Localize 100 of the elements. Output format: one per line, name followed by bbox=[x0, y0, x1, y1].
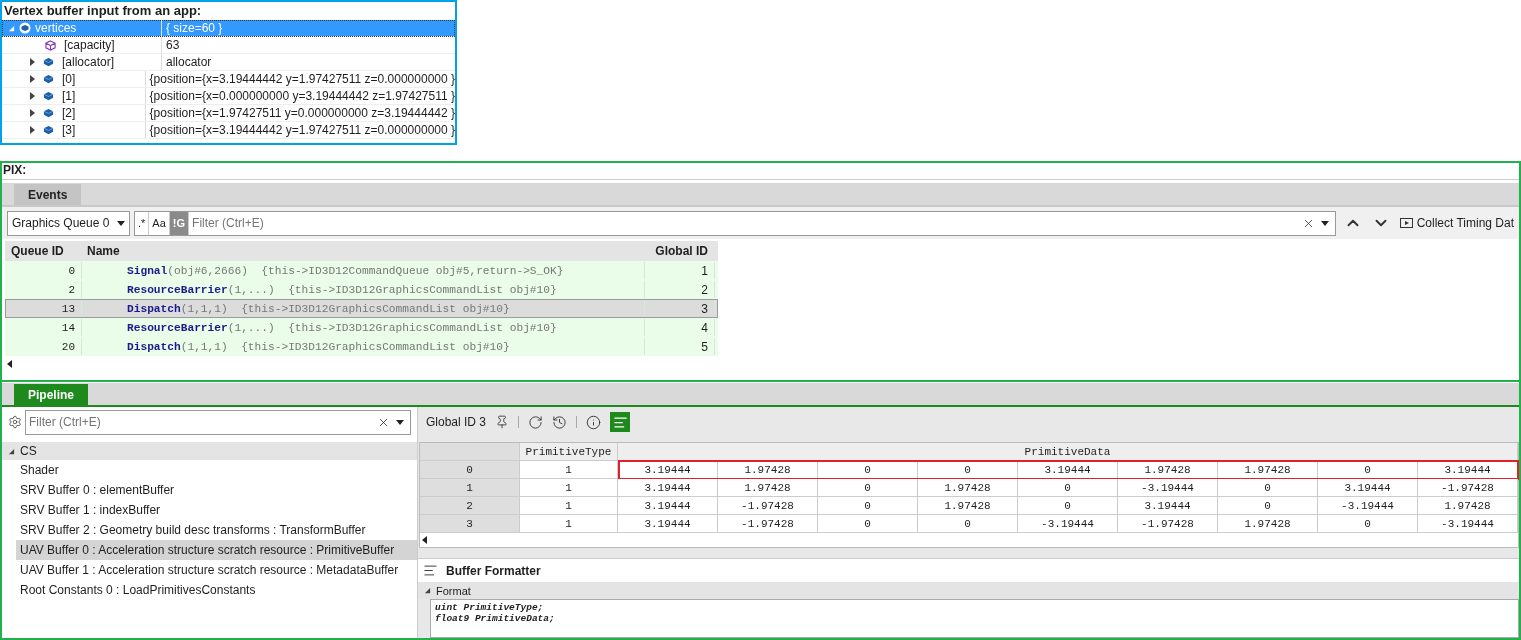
table-cell: 0 bbox=[818, 515, 918, 533]
table-cell: 20 bbox=[6, 338, 82, 355]
settings-icon[interactable] bbox=[8, 415, 22, 429]
table-cell: -1.97428 bbox=[1118, 515, 1218, 533]
table-cell: -1.97428 bbox=[718, 515, 818, 533]
object-icon bbox=[19, 22, 31, 34]
collapse-arrow-icon[interactable] bbox=[424, 587, 431, 594]
filter-field[interactable]: Filter (Ctrl+E) bbox=[25, 409, 411, 435]
table-cell: 1 bbox=[645, 262, 715, 279]
scroll-left-icon[interactable] bbox=[422, 536, 427, 544]
caret-icon[interactable] bbox=[396, 419, 404, 425]
expand-arrow-icon[interactable] bbox=[30, 126, 35, 134]
tree-item[interactable]: UAV Buffer 0 : Acceleration structure scratch resource : PrimitiveBuffer bbox=[16, 540, 417, 560]
variable-value: {position={x=3.19444442 y=1.97427511 z=0.000000000 } bbox=[148, 123, 455, 137]
table-cell: -1.97428 bbox=[1418, 479, 1518, 497]
caret-icon bbox=[117, 220, 125, 226]
table-cell: 1 bbox=[520, 461, 618, 479]
column-header[interactable]: Global ID bbox=[644, 244, 714, 258]
table-cell: 1 bbox=[520, 479, 618, 497]
event-row[interactable]: 2 ResourceBarrier(1,...) {this->ID3D12GraphicsCommandList obj#10} 2 bbox=[5, 280, 718, 299]
tree-row[interactable]: [1] {position={x=0.000000000 y=3.19444442 z=1.97427511 } bbox=[2, 88, 455, 105]
tree-group[interactable]: CS bbox=[2, 442, 417, 460]
object-icon bbox=[43, 74, 54, 84]
toggle-button[interactable]: Aa bbox=[149, 211, 170, 235]
object-icon bbox=[43, 91, 54, 101]
table-cell: 5 bbox=[645, 338, 715, 355]
expand-arrow-icon[interactable] bbox=[30, 109, 35, 117]
table-cell: 1.97428 bbox=[1218, 515, 1318, 533]
expand-arrow-icon[interactable] bbox=[30, 58, 35, 66]
table-cell: 3.19444 bbox=[618, 497, 718, 515]
variable-name: [3] bbox=[62, 123, 76, 137]
event-name: Signal(obj#6,2666) {this->ID3D12CommandQueue obj#5,return->S_OK} bbox=[82, 262, 645, 279]
variable-name: [capacity] bbox=[64, 38, 115, 52]
table-cell: 0 bbox=[918, 515, 1018, 533]
code-line: float9 PrimitiveData; bbox=[435, 613, 556, 624]
caret-icon[interactable] bbox=[1320, 220, 1329, 226]
table-cell: -3.19444 bbox=[1418, 515, 1518, 533]
table-cell: 14 bbox=[6, 319, 82, 336]
variable-name: vertices bbox=[35, 21, 77, 35]
info-icon[interactable] bbox=[586, 414, 602, 430]
table-cell: 0 bbox=[818, 479, 918, 497]
variable-value: {position={x=0.000000000 y=3.19444442 z=1.97427511 } bbox=[148, 89, 455, 103]
panel-title: Vertex buffer input from an app: bbox=[3, 2, 203, 20]
collect-timing-button[interactable]: Collect Timing Dat bbox=[1399, 216, 1514, 230]
row-header: 0 bbox=[420, 461, 520, 479]
event-name: ResourceBarrier(1,...) {this->ID3D12GraphicsCommandList obj#10} bbox=[82, 319, 645, 336]
filter-field[interactable]: .* Aa !G Filter (Ctrl+E) bbox=[134, 210, 1336, 236]
variable-name: [0] bbox=[62, 72, 76, 86]
section-label: Format bbox=[436, 584, 471, 597]
table-cell: -3.19444 bbox=[1118, 479, 1218, 497]
variable-value: allocator bbox=[165, 55, 212, 69]
variable-value: 63 bbox=[165, 38, 180, 52]
filter-input[interactable]: Filter (Ctrl+E) bbox=[26, 415, 377, 429]
refresh-icon[interactable] bbox=[528, 414, 544, 430]
variable-name: [allocator] bbox=[62, 55, 115, 69]
collapse-arrow-icon[interactable] bbox=[8, 447, 15, 455]
row-header: 3 bbox=[420, 515, 520, 533]
section-header[interactable]: Format bbox=[418, 582, 1519, 599]
event-name: ResourceBarrier(1,...) {this->ID3D12GraphicsCommandList obj#10} bbox=[82, 281, 645, 298]
event-row[interactable]: 20 Dispatch(1,1,1) {this->ID3D12GraphicsCommandList obj#10} 5 bbox=[5, 337, 718, 356]
row-header: 2 bbox=[420, 497, 520, 515]
queue-dropdown[interactable]: Graphics Queue 0 bbox=[7, 210, 130, 236]
table-cell: 2 bbox=[6, 281, 82, 298]
table-cell: 0 bbox=[818, 497, 918, 515]
event-row[interactable]: 13 Dispatch(1,1,1) {this->ID3D12GraphicsCommandList obj#10} 3 bbox=[5, 299, 718, 318]
table-cell: 1 bbox=[520, 497, 618, 515]
column-header[interactable]: Queue ID bbox=[5, 244, 81, 258]
tree-row[interactable]: [3] {position={x=3.19444442 y=1.97427511 z=0.000000000 } bbox=[2, 122, 455, 139]
variable-value: { size=60 } bbox=[165, 21, 223, 35]
table-cell: -1.97428 bbox=[718, 497, 818, 515]
tree-row[interactable]: [2] {position={x=1.97427511 y=0.000000000 z=3.19444442 } bbox=[2, 105, 455, 122]
table-cell: 3 bbox=[645, 300, 715, 317]
format-toggle[interactable] bbox=[610, 412, 631, 432]
column-header: PrimitiveData bbox=[618, 443, 1518, 461]
tree-row[interactable]: [allocator] allocator bbox=[2, 54, 455, 71]
event-row[interactable]: 0 Signal(obj#6,2666) {this->ID3D12CommandQueue obj#5,return->S_OK} 1 bbox=[5, 261, 718, 280]
table-cell: -3.19444 bbox=[1018, 515, 1118, 533]
events-tab[interactable]: Events bbox=[14, 184, 82, 205]
lines-icon bbox=[612, 414, 628, 430]
event-row[interactable]: 14 ResourceBarrier(1,...) {this->ID3D12GraphicsCommandList obj#10} 4 bbox=[5, 318, 718, 337]
expand-arrow-icon[interactable] bbox=[30, 92, 35, 100]
table-cell: 1 bbox=[520, 515, 618, 533]
history-icon[interactable] bbox=[552, 414, 568, 430]
expand-arrow-icon[interactable] bbox=[30, 75, 35, 83]
table-cell: -3.19444 bbox=[1318, 497, 1418, 515]
filter-input[interactable]: Filter (Ctrl+E) bbox=[189, 216, 1302, 230]
pin-icon[interactable] bbox=[495, 415, 510, 429]
format-editor[interactable]: uint PrimitiveType; float9 PrimitiveData; bbox=[430, 599, 1519, 638]
table-cell: 0 bbox=[1218, 479, 1318, 497]
pipeline-tab[interactable]: Pipeline bbox=[14, 384, 88, 405]
table-cell: 1.97428 bbox=[918, 497, 1018, 515]
table-cell: 1.97428 bbox=[918, 479, 1018, 497]
column-header[interactable]: Name bbox=[81, 244, 644, 258]
tree-row[interactable]: [0] {position={x=3.19444442 y=1.97427511 z=0.000000000 } bbox=[2, 71, 455, 88]
table-cell: 1.97428 bbox=[718, 479, 818, 497]
cube-icon bbox=[45, 39, 56, 51]
variable-value: {position={x=1.97427511 y=0.000000000 z=3.19444442 } bbox=[148, 106, 455, 120]
tree-row[interactable]: [capacity] 63 bbox=[2, 37, 455, 54]
table-cell: 0 bbox=[1218, 497, 1318, 515]
scroll-left-icon[interactable] bbox=[7, 360, 12, 368]
